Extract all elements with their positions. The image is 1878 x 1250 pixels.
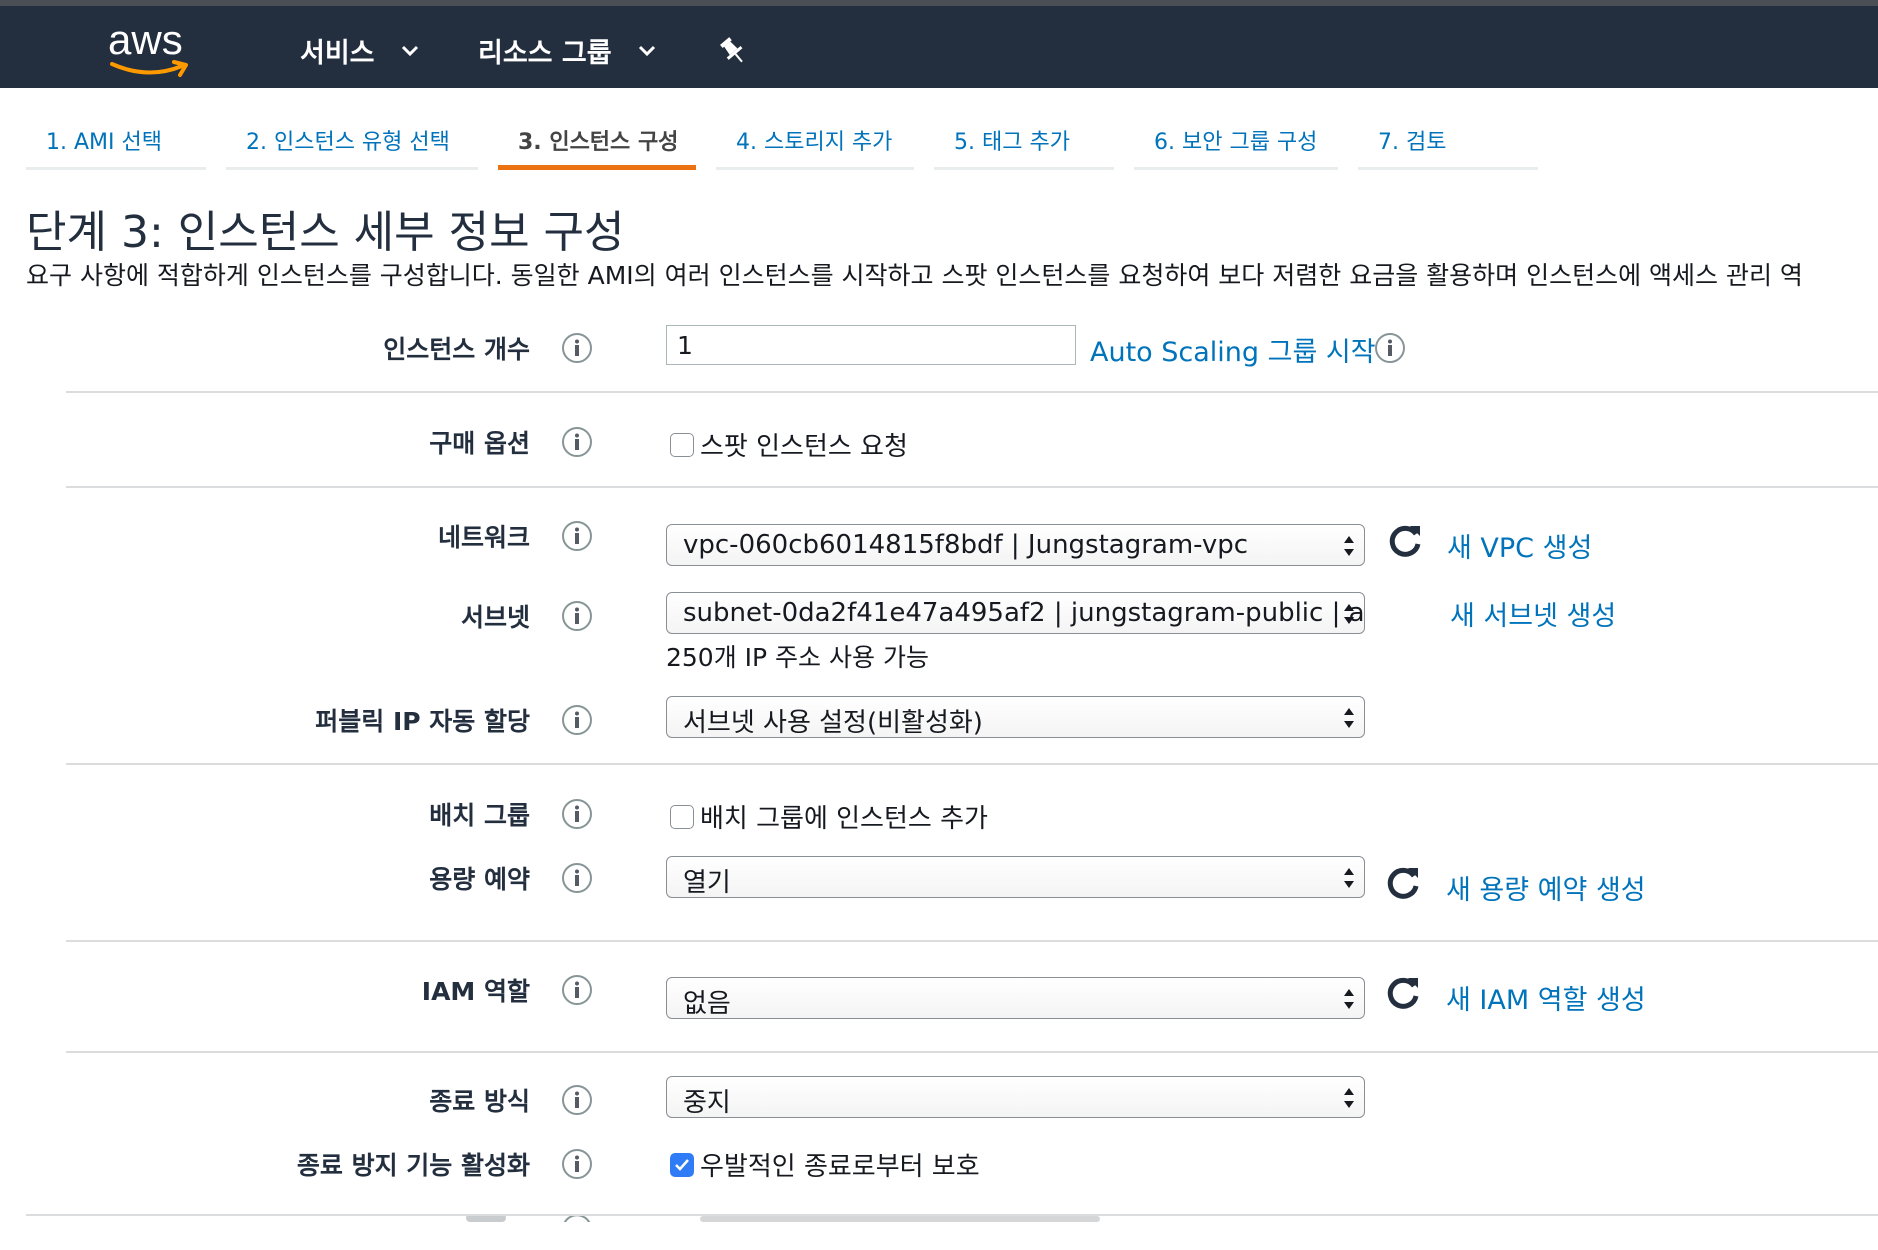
resource-groups-menu-label: 리소스 그룹 [478, 37, 612, 69]
iam-role-label: IAM 역할 [421, 977, 530, 1006]
placement-group-label: 배치 그룹 [429, 801, 530, 830]
capacity-reservation-label: 용량 예약 [429, 865, 530, 894]
info-icon[interactable] [561, 332, 593, 364]
iam-role-select-value: 없음 [683, 989, 731, 1019]
shutdown-behavior-label: 종료 방식 [429, 1087, 530, 1116]
services-menu-label: 서비스 [300, 37, 375, 69]
page-description: 요구 사항에 적합하게 인스턴스를 구성합니다. 동일한 AMI의 여러 인스턴… [26, 261, 1803, 290]
capacity-reservation-select-value: 열기 [683, 868, 731, 898]
select-arrows-icon [1344, 604, 1354, 624]
network-label: 네트워크 [437, 523, 530, 552]
tab-label: 1. AMI 선택 [46, 130, 162, 155]
aws-logo-text: aws [108, 16, 183, 63]
subnet-label: 서브넷 [460, 603, 530, 632]
create-capacity-reservation-link[interactable]: 새 용량 예약 생성 [1446, 868, 1646, 907]
placement-group-option: 배치 그룹에 인스턴스 추가 [670, 798, 988, 835]
select-arrows-icon [1344, 1088, 1354, 1108]
public-ip-label: 퍼블릭 IP 자동 할당 [315, 707, 530, 736]
subnet-available-ips: 250개 IP 주소 사용 가능 [666, 643, 929, 672]
info-icon[interactable] [1374, 332, 1406, 364]
refresh-icon[interactable] [1384, 974, 1422, 1012]
tab-label: 6. 보안 그룹 구성 [1154, 130, 1318, 155]
placement-group-checkbox-label: 배치 그룹에 인스턴스 추가 [700, 804, 988, 834]
info-icon[interactable] [561, 974, 593, 1006]
chevron-down-icon [401, 45, 418, 57]
top-navigation-bar: aws 서비스 리소스 그룹 [0, 0, 1878, 88]
aws-logo[interactable]: aws [108, 16, 192, 80]
tab-label: 3. 인스턴스 구성 [518, 130, 679, 155]
tab-label: 4. 스토리지 추가 [736, 130, 893, 155]
bottom-divider [26, 1214, 1878, 1216]
instance-count-label: 인스턴스 개수 [383, 335, 530, 364]
section-divider [66, 1051, 1878, 1053]
create-subnet-link[interactable]: 새 서브넷 생성 [1450, 594, 1616, 633]
info-icon[interactable] [561, 798, 593, 830]
placement-group-checkbox[interactable] [670, 804, 694, 829]
spot-instance-checkbox-label: 스팟 인스턴스 요청 [700, 432, 908, 462]
auto-scaling-launch-link[interactable]: Auto Scaling 그룹 시작 [1090, 330, 1376, 369]
tab-ami-select[interactable]: 1. AMI 선택 [26, 106, 206, 170]
aws-smile-icon [110, 60, 188, 77]
tab-add-storage[interactable]: 4. 스토리지 추가 [716, 106, 914, 170]
select-arrows-icon [1344, 868, 1354, 888]
shutdown-behavior-select-value: 중지 [683, 1088, 731, 1118]
create-iam-role-link[interactable]: 새 IAM 역할 생성 [1446, 978, 1646, 1017]
tab-review[interactable]: 7. 검토 [1358, 106, 1538, 170]
checkmark-icon [675, 1158, 689, 1171]
subnet-select-value: subnet-0da2f41e47a495af2 | jungstagram-p… [683, 598, 1365, 628]
section-divider [66, 391, 1878, 393]
termination-protection-checkbox[interactable] [670, 1152, 694, 1177]
tab-label: 2. 인스턴스 유형 선택 [246, 130, 450, 155]
chevron-down-icon [638, 45, 655, 57]
tab-add-tags[interactable]: 5. 태그 추가 [934, 106, 1114, 170]
select-arrows-icon [1344, 536, 1354, 556]
spot-instance-checkbox[interactable] [670, 432, 694, 457]
tab-label: 5. 태그 추가 [954, 130, 1070, 155]
info-icon[interactable] [561, 704, 593, 736]
section-divider [66, 940, 1878, 942]
iam-role-select[interactable]: 없음 [666, 977, 1365, 1019]
services-menu[interactable]: 서비스 [300, 30, 421, 70]
spot-instance-option: 스팟 인스턴스 요청 [670, 426, 908, 463]
resource-groups-menu[interactable]: 리소스 그룹 [478, 30, 658, 70]
termination-protection-checkbox-label: 우발적인 종료로부터 보호 [700, 1152, 980, 1182]
section-divider [66, 763, 1878, 765]
wizard-steps: 1. AMI 선택 2. 인스턴스 유형 선택 3. 인스턴스 구성 4. 스토… [26, 106, 1558, 170]
pin-icon[interactable] [716, 34, 750, 68]
subnet-select[interactable]: subnet-0da2f41e47a495af2 | jungstagram-p… [666, 592, 1365, 634]
create-vpc-link[interactable]: 새 VPC 생성 [1447, 526, 1592, 565]
network-select[interactable]: vpc-060cb6014815f8bdf | Jungstagram-vpc [666, 524, 1365, 566]
instance-count-input[interactable] [666, 325, 1076, 365]
info-icon[interactable] [561, 862, 593, 894]
info-icon[interactable] [561, 1148, 593, 1180]
tab-configure-instance[interactable]: 3. 인스턴스 구성 [498, 106, 696, 170]
tab-instance-type[interactable]: 2. 인스턴스 유형 선택 [226, 106, 478, 170]
info-icon[interactable] [561, 600, 593, 632]
info-icon[interactable] [561, 520, 593, 552]
refresh-icon[interactable] [1384, 864, 1422, 902]
info-icon[interactable] [561, 426, 593, 458]
termination-protection-option: 우발적인 종료로부터 보호 [670, 1146, 980, 1183]
public-ip-select[interactable]: 서브넷 사용 설정(비활성화) [666, 696, 1365, 738]
purchase-option-label: 구매 옵션 [429, 429, 530, 458]
termination-protection-label: 종료 방지 기능 활성화 [296, 1151, 530, 1180]
tab-security-group[interactable]: 6. 보안 그룹 구성 [1134, 106, 1338, 170]
select-arrows-icon [1344, 708, 1354, 728]
select-arrows-icon [1344, 989, 1354, 1009]
public-ip-select-value: 서브넷 사용 설정(비활성화) [683, 708, 983, 738]
network-select-value: vpc-060cb6014815f8bdf | Jungstagram-vpc [683, 530, 1249, 560]
page-title: 단계 3: 인스턴스 세부 정보 구성 [26, 207, 625, 258]
tab-label: 7. 검토 [1378, 130, 1447, 155]
section-divider [66, 486, 1878, 488]
refresh-icon[interactable] [1386, 522, 1424, 560]
info-icon[interactable] [561, 1084, 593, 1116]
shutdown-behavior-select[interactable]: 중지 [666, 1076, 1365, 1118]
capacity-reservation-select[interactable]: 열기 [666, 856, 1365, 898]
